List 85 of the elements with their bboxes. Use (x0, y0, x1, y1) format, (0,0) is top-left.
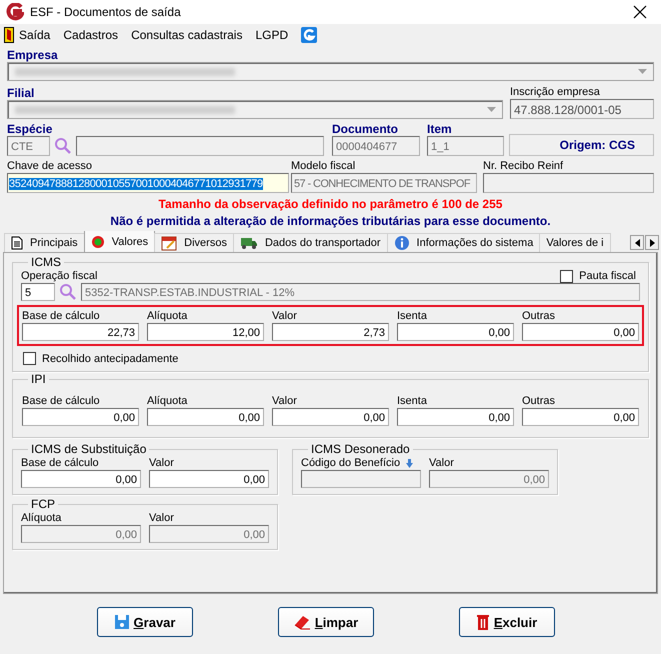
field-label: Base de cálculo (21, 456, 100, 470)
field-label: Alíquota (147, 309, 188, 323)
field-label: Empresa (7, 48, 59, 62)
calendar-icon (161, 235, 178, 251)
field-label: Operação fiscal (21, 269, 98, 283)
left-arrow-icon (634, 238, 640, 246)
group-title: ICMS de Substituição (30, 442, 148, 456)
field-label: Documento (332, 122, 399, 136)
scroll-left-button[interactable] (630, 235, 644, 250)
menu-item[interactable]: Cadastros (63, 28, 118, 42)
scroll-right-button[interactable] (645, 235, 659, 250)
door-icon[interactable] (4, 26, 14, 42)
dropdown-arrow-icon (638, 69, 647, 74)
right-arrow-icon (650, 238, 654, 246)
menu-item[interactable]: Saída (19, 28, 50, 42)
field-label: Alíquota (21, 511, 62, 525)
amount-field[interactable]: 2,73 (272, 323, 389, 341)
field-label: Valor (149, 511, 175, 525)
field-label: Outras (522, 309, 556, 323)
field-label: Código do Benefício (301, 456, 400, 470)
tab[interactable]: Valores de i (539, 233, 611, 252)
fiscal-operation-code-field[interactable]: 5 (21, 283, 55, 301)
field-label: Isenta (397, 309, 428, 323)
tab[interactable]: Valores (84, 231, 156, 252)
eraser-icon (292, 614, 311, 630)
checkbox[interactable]: Pauta fiscal (560, 270, 636, 282)
field-label: Valor (272, 309, 298, 323)
fiscal-operation-field[interactable]: 5352-TRANSP.ESTAB.INDUSTRIAL - 12% (81, 283, 640, 301)
amount-field[interactable]: 12,00 (147, 323, 264, 341)
save-button[interactable]: Gravar (96, 607, 192, 637)
notice-message: Não é permitida a alteração de informações tributárias para esse documento. (109, 213, 552, 230)
notice-message: Tamanho da observação definido no parâmetro é 100 de 255 (158, 196, 504, 213)
trash-icon (476, 613, 490, 631)
search-icon[interactable] (54, 137, 72, 155)
field-label: Alíquota (147, 394, 188, 408)
app-logo-icon[interactable] (301, 26, 318, 42)
field-label: Base de cálculo (22, 394, 101, 408)
field-label: Nr. Recibo Reinf (483, 159, 564, 173)
dropdown-arrow-icon (487, 107, 496, 112)
menu-item[interactable]: LGPD (255, 28, 288, 42)
search-icon[interactable] (59, 283, 77, 301)
document-icon (11, 236, 23, 250)
group-title: FCP (30, 497, 56, 511)
tab[interactable]: Informações do sistema (386, 233, 540, 252)
amount-field[interactable]: 0,00 (522, 408, 639, 426)
field-label: Valor (429, 456, 454, 470)
tab[interactable]: Principais (4, 233, 85, 252)
truck-icon (240, 236, 258, 250)
group-title: ICMS (30, 255, 62, 269)
field-label: Isenta (397, 394, 428, 408)
field-label: Valor (149, 456, 175, 470)
amount-field[interactable]: 0,00 (22, 408, 139, 426)
delete-button[interactable]: Excluir (458, 607, 554, 637)
field-label: Valor (272, 394, 298, 408)
amount-field[interactable]: 0,00 (149, 470, 269, 488)
access-key-field[interactable]: 35240947888128000105570010004046771012931779 (7, 173, 289, 193)
field-label: Espécie (7, 122, 54, 136)
window-title: ESF - Documentos de saída (30, 5, 182, 19)
checkbox[interactable]: Recolhido antecipadamente (23, 352, 640, 365)
amount-field[interactable]: 0,00 (397, 408, 514, 426)
close-icon[interactable] (633, 5, 647, 19)
field-label: Base de cálculo (22, 309, 101, 323)
group-title: IPI (30, 372, 47, 386)
field-label: Modelo fiscal (291, 159, 356, 173)
menu-item[interactable]: Consultas cadastrais (131, 28, 242, 42)
field-label: Filial (7, 86, 36, 100)
group-title: ICMS Desonerado (310, 442, 411, 456)
app-logo-icon (6, 3, 24, 21)
clear-button[interactable]: Limpar (278, 607, 374, 637)
field-label: Item (427, 122, 453, 136)
amount-field[interactable]: 0,00 (522, 323, 639, 341)
amount-field[interactable]: 22,73 (22, 323, 139, 341)
field-label: Outras (522, 394, 556, 408)
field-label: Inscrição empresa (510, 85, 601, 99)
species-description-field[interactable] (76, 136, 324, 156)
amount-field[interactable]: 0,00 (21, 470, 141, 488)
origin-label: Origem: CGS (509, 134, 654, 156)
info-icon (394, 235, 410, 251)
amount-field[interactable]: 0,00 (272, 408, 389, 426)
down-arrow-icon[interactable] (406, 458, 414, 468)
tab[interactable]: Dados do transportador (232, 233, 388, 252)
amount-field[interactable]: 0,00 (397, 323, 514, 341)
field-label: Chave de acesso (7, 159, 93, 173)
tab[interactable]: Diversos (154, 233, 234, 252)
amount-field[interactable]: 0,00 (147, 408, 264, 426)
